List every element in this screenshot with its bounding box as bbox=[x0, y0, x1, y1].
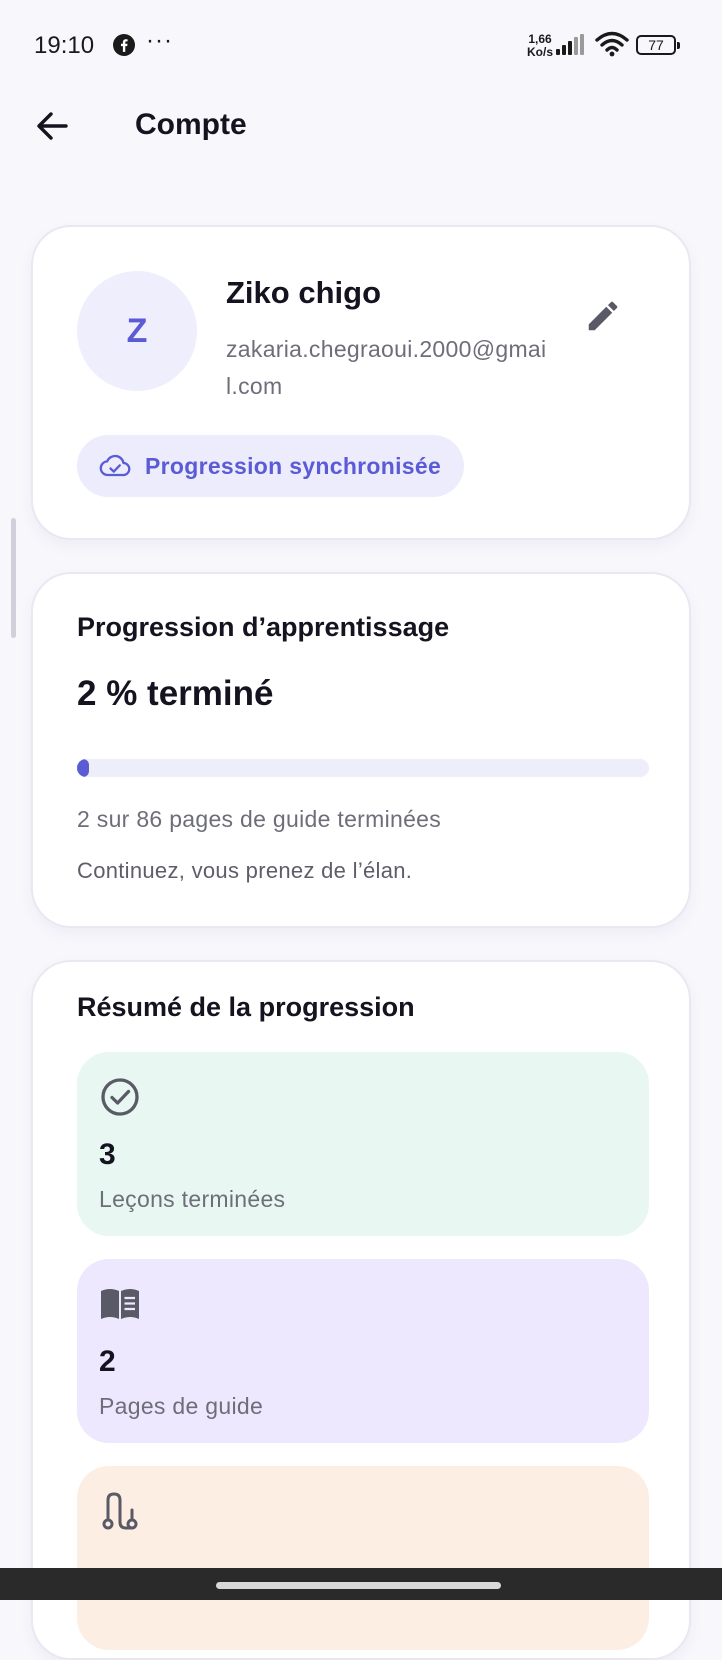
user-name: Ziko chigo bbox=[226, 275, 381, 310]
stat-tile-lessons: 3 Leçons terminées bbox=[77, 1052, 649, 1236]
stat-tile-route bbox=[77, 1466, 649, 1650]
profile-card: Z Ziko chigo zakaria.chegraoui.2000@gmai… bbox=[31, 225, 691, 540]
battery-icon: 77 bbox=[636, 35, 680, 55]
navigation-bar bbox=[0, 1568, 722, 1600]
stat-label: Pages de guide bbox=[99, 1393, 264, 1419]
signal-icon bbox=[556, 34, 584, 55]
back-arrow-icon[interactable] bbox=[34, 108, 70, 144]
progress-summary-card: Résumé de la progression 3 Leçons termin… bbox=[31, 960, 691, 1660]
cloud-check-icon bbox=[99, 454, 131, 477]
facebook-icon bbox=[113, 34, 135, 56]
progress-bar-fill bbox=[77, 759, 89, 777]
battery-level: 77 bbox=[648, 37, 664, 53]
encouragement-text: Continuez, vous prenez de l’élan. bbox=[77, 858, 413, 883]
status-bar: 19:10 ··· 1,66 Ko/s 77 bbox=[0, 0, 722, 92]
stat-value: 3 bbox=[99, 1138, 116, 1171]
pages-completed-text: 2 sur 86 pages de guide terminées bbox=[77, 806, 442, 832]
scrollbar[interactable] bbox=[11, 518, 16, 638]
progress-bar bbox=[77, 759, 649, 777]
book-open-icon bbox=[101, 1289, 139, 1319]
stat-label: Leçons terminées bbox=[99, 1186, 286, 1212]
progress-section-title: Progression d’apprentissage bbox=[77, 612, 450, 642]
page-title: Compte bbox=[135, 108, 247, 141]
stat-value: 2 bbox=[99, 1345, 116, 1378]
avatar: Z bbox=[77, 271, 197, 391]
sync-status-label: Progression synchronisée bbox=[145, 452, 442, 479]
sync-status-chip: Progression synchronisée bbox=[77, 435, 465, 497]
stat-tile-guide-pages: 2 Pages de guide bbox=[77, 1259, 649, 1443]
status-time: 19:10 bbox=[34, 32, 95, 59]
network-speed: 1,66 Ko/s bbox=[520, 33, 560, 59]
progress-percent: 2 % terminé bbox=[77, 674, 274, 713]
gesture-handle[interactable] bbox=[216, 1582, 501, 1589]
network-speed-unit: Ko/s bbox=[526, 45, 553, 59]
check-circle-icon bbox=[101, 1078, 139, 1116]
user-email: zakaria.chegraoui.2000@gmail.com bbox=[226, 336, 547, 399]
learning-progress-card: Progression d’apprentissage 2 % terminé … bbox=[31, 572, 691, 928]
summary-section-title: Résumé de la progression bbox=[77, 992, 415, 1022]
route-icon bbox=[102, 1492, 138, 1530]
pencil-icon[interactable] bbox=[584, 297, 622, 335]
more-dots-icon: ··· bbox=[146, 27, 173, 54]
wifi-icon bbox=[595, 31, 629, 57]
